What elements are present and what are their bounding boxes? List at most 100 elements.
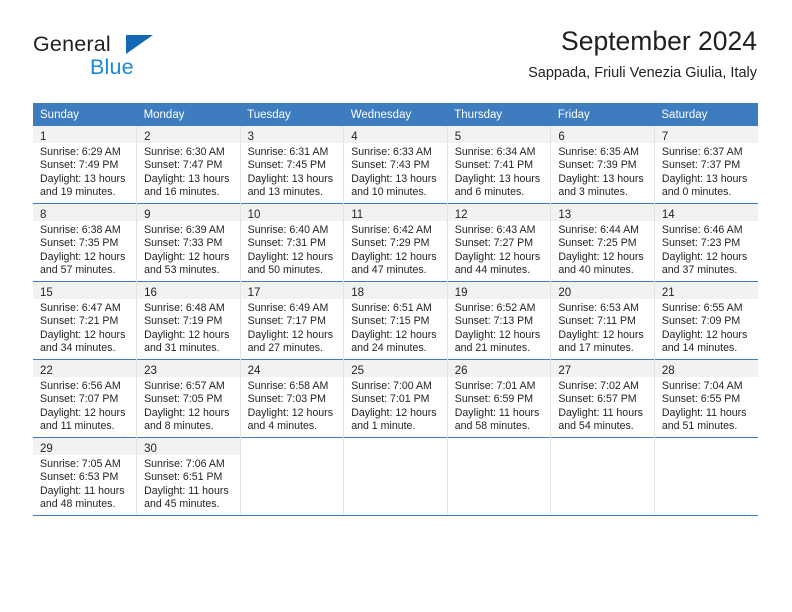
day-number: 2 bbox=[144, 131, 151, 143]
day-number: 4 bbox=[351, 131, 358, 143]
daylight-duration-line2: and 3 minutes. bbox=[558, 186, 628, 199]
daylight-duration-line2: and 58 minutes. bbox=[454, 420, 531, 433]
day-details bbox=[551, 455, 654, 458]
daylight-duration-line2: and 57 minutes. bbox=[40, 264, 116, 277]
calendar-day-cell[interactable]: 27 Sunrise: 7:02 AM Sunset: 6:57 PM Dayligh… bbox=[550, 359, 655, 438]
calendar-day-cell[interactable]: 6 Sunrise: 6:35 AM Sunset: 7:39 PM Daylight… bbox=[550, 126, 655, 204]
day-number: 28 bbox=[661, 365, 675, 377]
day-details: Sunrise: 6:47 AM Sunset: 7:21 PM Daylight:… bbox=[33, 299, 136, 356]
day-number-strip: 12 bbox=[447, 204, 551, 221]
day-details: Sunrise: 6:35 AM Sunset: 7:39 PM Daylight:… bbox=[551, 143, 654, 200]
calendar-day-cell[interactable]: 16 Sunrise: 6:48 AM Sunset: 7:19 PM Dayligh… bbox=[136, 281, 241, 360]
day-number-strip bbox=[344, 438, 447, 455]
day-details: Sunrise: 6:34 AM Sunset: 7:41 PM Daylight:… bbox=[448, 143, 551, 200]
calendar-day-cell[interactable]: 20 Sunrise: 6:53 AM Sunset: 7:11 PM Dayligh… bbox=[550, 281, 655, 360]
sunrise-time: Sunrise: 6:48 AM bbox=[144, 302, 225, 314]
day-number-strip: 24 bbox=[240, 360, 344, 377]
day-number-strip: 19 bbox=[447, 282, 551, 299]
sunset-time: Sunset: 7:49 PM bbox=[40, 159, 119, 172]
sunrise-time: Sunrise: 7:05 AM bbox=[40, 458, 121, 470]
daylight-duration-line1: Daylight: 12 hours bbox=[351, 406, 437, 419]
calendar-day-cell[interactable]: 15 Sunrise: 6:47 AM Sunset: 7:21 PM Dayligh… bbox=[33, 281, 137, 360]
calendar-day-cell[interactable]: 25 Sunrise: 7:00 AM Sunset: 7:01 PM Dayligh… bbox=[343, 359, 448, 438]
calendar-day-cell[interactable]: 28 Sunrise: 7:04 AM Sunset: 6:55 PM Dayligh… bbox=[653, 359, 758, 438]
day-number: 25 bbox=[351, 365, 364, 377]
day-details bbox=[448, 455, 551, 458]
calendar-day-cell[interactable]: 17 Sunrise: 6:49 AM Sunset: 7:17 PM Dayligh… bbox=[239, 281, 344, 360]
day-number-strip: 7 bbox=[654, 126, 758, 143]
calendar-day-cell[interactable]: 26 Sunrise: 7:01 AM Sunset: 6:59 PM Dayligh… bbox=[446, 359, 551, 438]
sunset-time: Sunset: 7:37 PM bbox=[661, 159, 741, 172]
sunset-time: Sunset: 7:45 PM bbox=[247, 159, 326, 172]
calendar-empty-cell bbox=[446, 437, 551, 515]
daylight-duration-line1: Daylight: 12 hours bbox=[558, 328, 644, 341]
day-number: 1 bbox=[40, 131, 47, 143]
daylight-duration-line2: and 14 minutes. bbox=[661, 342, 738, 355]
day-number-strip: 23 bbox=[137, 360, 240, 377]
logo-triangle-icon bbox=[126, 35, 153, 54]
day-details: Sunrise: 6:57 AM Sunset: 7:05 PM Daylight:… bbox=[137, 377, 240, 434]
sunrise-time: Sunrise: 6:35 AM bbox=[558, 146, 639, 158]
day-details: Sunrise: 6:51 AM Sunset: 7:15 PM Daylight:… bbox=[344, 299, 447, 356]
daylight-duration-line1: Daylight: 12 hours bbox=[144, 328, 230, 341]
daylight-duration-line2: and 37 minutes. bbox=[661, 264, 738, 277]
sunrise-time: Sunrise: 7:00 AM bbox=[351, 380, 432, 392]
calendar-day-cell[interactable]: 10 Sunrise: 6:40 AM Sunset: 7:31 PM Dayligh… bbox=[239, 203, 344, 282]
day-details bbox=[655, 455, 758, 458]
sunset-time: Sunset: 7:09 PM bbox=[661, 315, 741, 328]
day-details: Sunrise: 6:33 AM Sunset: 7:43 PM Daylight:… bbox=[344, 143, 447, 200]
general-blue-logo[interactable]: General Blue bbox=[33, 32, 233, 88]
calendar-day-cell[interactable]: 2 Sunrise: 6:30 AM Sunset: 7:47 PM Daylight… bbox=[136, 126, 241, 204]
calendar-day-cell[interactable]: 8 Sunrise: 6:38 AM Sunset: 7:35 PM Daylight… bbox=[33, 203, 137, 282]
calendar-day-cell[interactable]: 21 Sunrise: 6:55 AM Sunset: 7:09 PM Dayligh… bbox=[653, 281, 758, 360]
sunset-time: Sunset: 7:19 PM bbox=[144, 315, 223, 328]
sunset-time: Sunset: 6:59 PM bbox=[454, 393, 534, 406]
title-block: September 2024 Sappada, Friuli Venezia G… bbox=[528, 24, 757, 84]
day-number-strip: 20 bbox=[551, 282, 654, 299]
day-number-strip: 26 bbox=[447, 360, 551, 377]
logo-text-blue: Blue bbox=[90, 55, 134, 79]
daylight-duration-line1: Daylight: 12 hours bbox=[454, 328, 541, 341]
calendar-bottom-rule bbox=[33, 515, 758, 516]
weekday-header-monday: Monday bbox=[136, 103, 241, 126]
calendar-day-cell[interactable]: 24 Sunrise: 6:58 AM Sunset: 7:03 PM Dayligh… bbox=[239, 359, 344, 438]
calendar-day-cell[interactable]: 7 Sunrise: 6:37 AM Sunset: 7:37 PM Daylight… bbox=[653, 126, 758, 204]
calendar-day-cell[interactable]: 22 Sunrise: 6:56 AM Sunset: 7:07 PM Dayligh… bbox=[33, 359, 137, 438]
daylight-duration-line1: Daylight: 12 hours bbox=[661, 250, 748, 263]
calendar-day-cell[interactable]: 3 Sunrise: 6:31 AM Sunset: 7:45 PM Daylight… bbox=[239, 126, 344, 204]
day-number: 3 bbox=[247, 131, 255, 143]
daylight-duration-line1: Daylight: 12 hours bbox=[247, 250, 334, 263]
calendar-day-cell[interactable]: 18 Sunrise: 6:51 AM Sunset: 7:15 PM Dayligh… bbox=[343, 281, 448, 360]
sunset-time: Sunset: 6:51 PM bbox=[144, 471, 223, 484]
sunset-time: Sunset: 7:43 PM bbox=[351, 159, 430, 172]
calendar-day-cell[interactable]: 29 Sunrise: 7:05 AM Sunset: 6:53 PM Dayligh… bbox=[33, 437, 137, 515]
calendar-day-cell[interactable]: 14 Sunrise: 6:46 AM Sunset: 7:23 PM Dayligh… bbox=[653, 203, 758, 282]
daylight-duration-line2: and 34 minutes. bbox=[40, 342, 116, 355]
day-number-strip: 5 bbox=[447, 126, 551, 143]
day-number: 15 bbox=[40, 287, 53, 299]
sunset-time: Sunset: 7:47 PM bbox=[144, 159, 223, 172]
calendar-day-cell[interactable]: 12 Sunrise: 6:43 AM Sunset: 7:27 PM Dayligh… bbox=[446, 203, 551, 282]
sunset-time: Sunset: 7:15 PM bbox=[351, 315, 430, 328]
calendar-day-cell[interactable]: 30 Sunrise: 7:06 AM Sunset: 6:51 PM Dayligh… bbox=[136, 437, 241, 515]
calendar-day-cell[interactable]: 23 Sunrise: 6:57 AM Sunset: 7:05 PM Dayligh… bbox=[136, 359, 241, 438]
day-details: Sunrise: 6:38 AM Sunset: 7:35 PM Daylight:… bbox=[33, 221, 136, 278]
day-details bbox=[344, 455, 447, 458]
calendar-day-cell[interactable]: 9 Sunrise: 6:39 AM Sunset: 7:33 PM Daylight… bbox=[136, 203, 241, 282]
daylight-duration-line2: and 48 minutes. bbox=[40, 498, 116, 511]
calendar-day-cell[interactable]: 13 Sunrise: 6:44 AM Sunset: 7:25 PM Dayligh… bbox=[550, 203, 655, 282]
day-number-strip: 3 bbox=[240, 126, 344, 143]
calendar-week-row: 22 Sunrise: 6:56 AM Sunset: 7:07 PM Dayligh… bbox=[33, 359, 758, 438]
day-number-strip: 17 bbox=[240, 282, 344, 299]
calendar-day-cell[interactable]: 1 Sunrise: 6:29 AM Sunset: 7:49 PM Daylight… bbox=[33, 126, 137, 204]
day-number: 10 bbox=[247, 209, 261, 221]
daylight-duration-line2: and 47 minutes. bbox=[351, 264, 427, 277]
calendar-day-cell[interactable]: 19 Sunrise: 6:52 AM Sunset: 7:13 PM Dayligh… bbox=[446, 281, 551, 360]
day-number: 16 bbox=[144, 287, 157, 299]
sunrise-time: Sunrise: 6:57 AM bbox=[144, 380, 225, 392]
day-number: 27 bbox=[558, 365, 572, 377]
day-number-strip: 1 bbox=[33, 126, 137, 143]
calendar-day-cell[interactable]: 11 Sunrise: 6:42 AM Sunset: 7:29 PM Dayligh… bbox=[343, 203, 448, 282]
calendar-day-cell[interactable]: 5 Sunrise: 6:34 AM Sunset: 7:41 PM Daylight… bbox=[446, 126, 551, 204]
calendar-day-cell[interactable]: 4 Sunrise: 6:33 AM Sunset: 7:43 PM Daylight… bbox=[343, 126, 448, 204]
